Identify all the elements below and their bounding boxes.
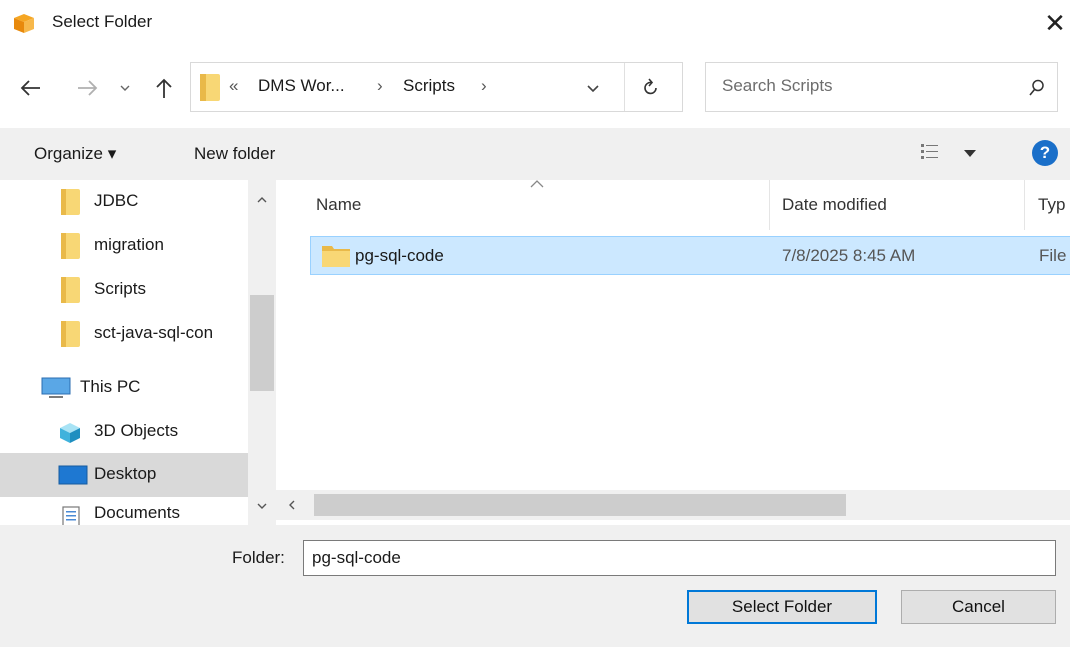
arrow-up-icon[interactable] [154,76,174,100]
folder-icon [200,74,220,101]
chevron-down-icon[interactable] [587,85,599,93]
horizontal-scrollbar[interactable] [276,490,1070,520]
horizontal-scrollbar-thumb[interactable] [314,494,846,516]
folder-name-value: pg-sql-code [312,548,401,567]
desktop-icon [58,465,88,485]
column-divider[interactable] [1024,180,1025,230]
search-icon[interactable] [1029,79,1045,97]
folder-icon [61,321,80,347]
breadcrumb-separator[interactable]: › [481,76,487,96]
tree-item-label: Desktop [94,464,157,483]
tree-item-this-pc[interactable]: This PC [0,366,248,410]
tree-item-scripts[interactable]: Scripts [0,268,248,312]
dialog-footer: Folder: pg-sql-code Select Folder Cancel [0,525,1070,647]
search-box[interactable]: Search Scripts [705,62,1058,112]
folder-name-input[interactable]: pg-sql-code [303,540,1056,576]
column-divider[interactable] [769,180,770,230]
sort-ascending-icon [530,180,544,188]
tree-item-label: Scripts [94,279,146,298]
computer-icon [41,377,71,398]
folder-icon [61,233,80,259]
close-button[interactable]: ✕ [1040,8,1070,38]
refresh-icon[interactable] [642,78,660,98]
cube-icon [60,423,80,443]
tree-item-desktop[interactable]: Desktop [0,453,248,497]
tree-item-label: migration [94,235,164,254]
cancel-button[interactable]: Cancel [901,590,1056,624]
chevron-down-icon[interactable] [964,150,976,158]
chevron-down-icon[interactable] [120,84,130,92]
column-header-name[interactable]: Name [316,195,361,215]
tree-item-sct-java-sql-con[interactable]: sct-java-sql-con [0,312,248,356]
navigation-pane[interactable]: JDBC migration Scripts sct-java-sql-con … [0,180,276,525]
new-folder-button[interactable]: New folder [194,144,275,164]
chevron-up-icon[interactable] [257,196,267,203]
help-icon[interactable]: ? [1032,140,1058,166]
tree-item-3d-objects[interactable]: 3D Objects [0,410,248,454]
folder-icon [61,277,80,303]
breadcrumb-item-dms[interactable]: DMS Wor... [258,76,345,96]
view-details-icon[interactable] [920,142,940,162]
tree-item-label: sct-java-sql-con [94,323,214,342]
file-name: pg-sql-code [355,246,444,265]
arrow-right-icon[interactable] [76,78,100,98]
address-bar[interactable]: « DMS Wor... › Scripts › [190,62,683,112]
tree-item-label: Documents [94,503,180,522]
select-folder-button[interactable]: Select Folder [687,590,877,624]
folder-icon [61,189,80,215]
chevron-down-icon[interactable] [257,503,267,510]
table-row[interactable]: pg-sql-code 7/8/2025 8:45 AM File [310,236,1070,275]
file-date-modified: 7/8/2025 8:45 AM [782,246,916,265]
app-package-icon [14,14,34,33]
search-input[interactable]: Search Scripts [722,76,833,96]
tree-item-documents[interactable]: Documents [0,500,248,525]
folder-icon [322,246,350,267]
documents-icon [62,506,80,525]
nav-scrollbar-thumb[interactable] [250,295,274,391]
column-header-date-modified[interactable]: Date modified [782,195,887,215]
title-bar: Select Folder ✕ [0,0,1070,48]
file-list[interactable]: Name Date modified Typ pg-sql-code 7/8/2… [276,180,1070,525]
arrow-left-icon[interactable] [18,78,42,98]
tree-item-label: 3D Objects [94,421,179,440]
divider [624,63,625,111]
tree-item-label: This PC [80,377,141,396]
window-title: Select Folder [52,12,153,31]
breadcrumb-separator[interactable]: › [377,76,383,96]
command-bar: Organize ▾ New folder ? [0,128,1070,180]
tree-item-migration[interactable]: migration [0,224,248,268]
chevron-left-icon[interactable] [288,500,296,510]
breadcrumb-overflow[interactable]: « [229,76,238,96]
nav-scrollbar[interactable] [248,180,276,525]
organize-menu[interactable]: Organize ▾ [34,144,116,164]
tree-item-label: JDBC [94,191,139,210]
breadcrumb-item-scripts[interactable]: Scripts [403,76,455,96]
tree-item-jdbc[interactable]: JDBC [0,180,248,224]
file-type: File [1039,246,1067,265]
column-header-type[interactable]: Typ [1038,195,1065,215]
folder-label: Folder: [232,548,285,567]
